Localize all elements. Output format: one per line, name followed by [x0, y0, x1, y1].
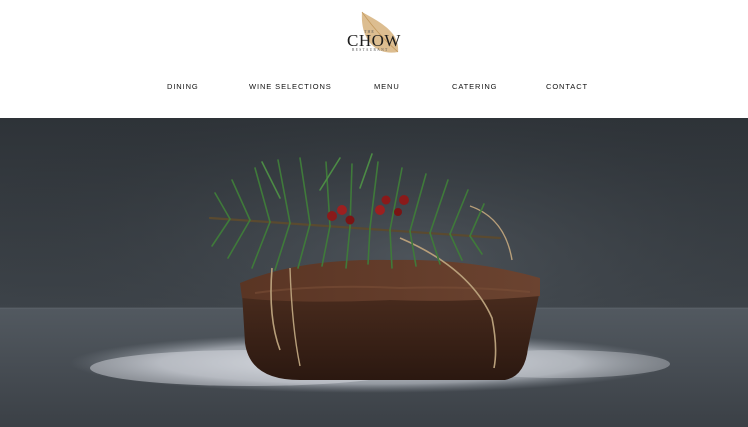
nav-item-contact[interactable]: CONTACT: [546, 82, 588, 91]
hero-cake-illustration: [0, 118, 748, 427]
nav-item-menu[interactable]: MENU: [374, 82, 400, 91]
nav-item-catering[interactable]: CATERING: [452, 82, 497, 91]
logo-tagline: RESTAURANT: [352, 48, 389, 52]
nav-item-wine-selections[interactable]: WINE SELECTIONS: [249, 82, 332, 91]
main-nav: DINING WINE SELECTIONS MENU CATERING CON…: [0, 82, 748, 96]
logo[interactable]: THE CHOW RESTAURANT: [340, 8, 410, 58]
nav-item-dining[interactable]: DINING: [167, 82, 199, 91]
hero-image: [0, 118, 748, 427]
site-header: THE CHOW RESTAURANT DINING WINE SELECTIO…: [0, 0, 748, 118]
